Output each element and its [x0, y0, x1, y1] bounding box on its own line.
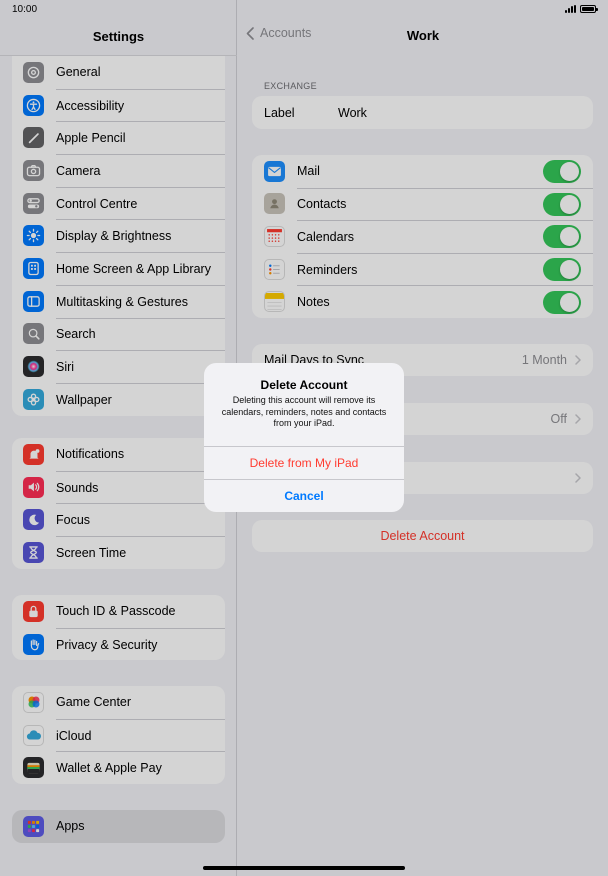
home-indicator: [203, 866, 405, 870]
delete-account-alert: Delete Account Deleting this account wil…: [204, 363, 404, 512]
alert-title: Delete Account: [260, 378, 348, 392]
delete-from-ipad-button[interactable]: Delete from My iPad: [204, 446, 404, 479]
alert-message: Deleting this account will remove its ca…: [221, 395, 387, 428]
cancel-button[interactable]: Cancel: [204, 479, 404, 512]
